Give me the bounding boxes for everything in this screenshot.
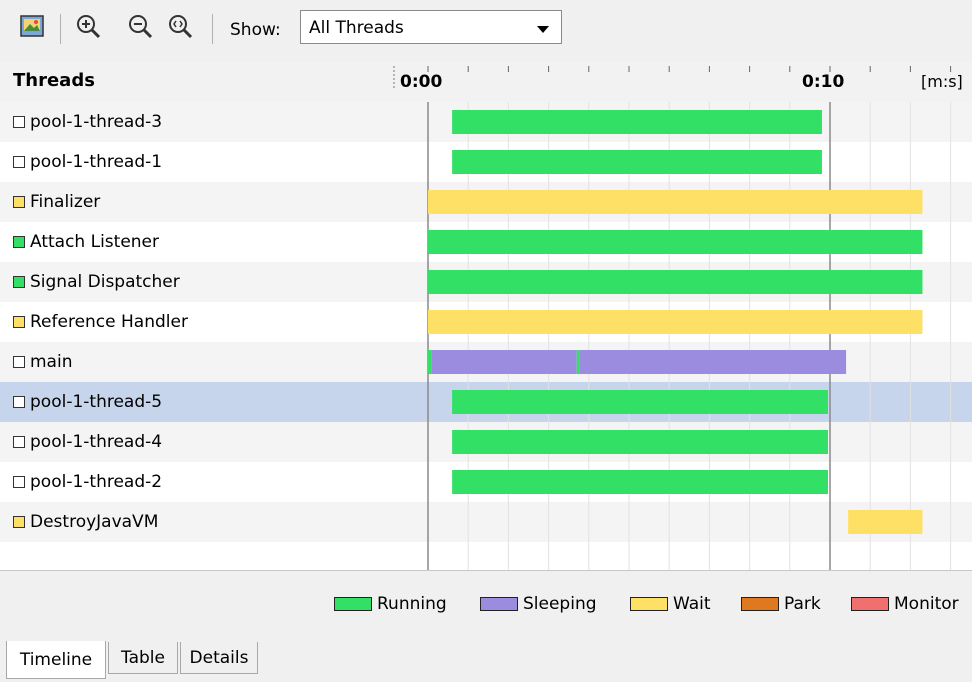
thread-state-bar-running[interactable]	[452, 430, 828, 454]
thread-state-bar-running[interactable]	[452, 470, 828, 494]
ruler-unit-label: [m:s]	[921, 72, 963, 91]
thread-filter-dropdown[interactable]: All Threads	[300, 10, 562, 44]
thread-state-bar-wait[interactable]	[428, 190, 923, 214]
thread-state-bar-running[interactable]	[452, 110, 822, 134]
ruler-tick-label: 0:10	[802, 72, 844, 92]
thread-timeline-chart	[427, 102, 952, 570]
thread-state-bar-running[interactable]	[452, 390, 828, 414]
legend-swatch	[480, 597, 518, 611]
thread-state-bar-running[interactable]	[428, 230, 923, 254]
legend-swatch	[741, 597, 779, 611]
thread-state-bar-wait[interactable]	[428, 310, 923, 334]
thread-state-bar-running[interactable]	[452, 150, 822, 174]
legend-item: Running	[334, 594, 447, 614]
legend-swatch	[851, 597, 889, 611]
legend-swatch	[334, 597, 372, 611]
toolbar-separator	[212, 14, 213, 44]
legend-item: Monitor	[851, 594, 959, 614]
thread-state-bar-running[interactable]	[428, 270, 923, 294]
thread-state-bar-sleeping[interactable]	[431, 350, 577, 374]
legend-label: Sleeping	[523, 594, 597, 614]
thread-state-bar-sleeping[interactable]	[579, 350, 847, 374]
thread-state-bar-running[interactable]	[576, 350, 580, 374]
legend-label: Wait	[673, 594, 711, 614]
legend-label: Running	[377, 594, 447, 614]
zoom-out-icon[interactable]	[124, 10, 156, 42]
show-label: Show:	[230, 20, 281, 40]
legend-swatch	[630, 597, 668, 611]
thread-state-bar-wait[interactable]	[848, 510, 923, 534]
thread-filter-value: All Threads	[309, 18, 404, 38]
chevron-down-icon	[537, 26, 549, 33]
tab-details[interactable]: Details	[180, 642, 258, 674]
toolbar-separator	[60, 14, 61, 44]
zoom-fit-icon[interactable]	[164, 10, 196, 42]
legend-item: Sleeping	[480, 594, 597, 614]
legend-item: Park	[741, 594, 821, 614]
thread-state-bar-running[interactable]	[428, 350, 432, 374]
snapshot-icon[interactable]	[16, 10, 48, 42]
tab-table[interactable]: Table	[108, 642, 178, 674]
legend-item: Wait	[630, 594, 711, 614]
tab-timeline[interactable]: Timeline	[6, 641, 106, 679]
toolbar: Show: All Threads	[0, 0, 972, 62]
time-ruler: 0:00 0:10 [m:s]	[393, 66, 963, 92]
ruler-tick-label: 0:00	[400, 72, 442, 92]
legend-label: Monitor	[894, 594, 959, 614]
legend-label: Park	[784, 594, 821, 614]
zoom-in-icon[interactable]	[72, 10, 104, 42]
